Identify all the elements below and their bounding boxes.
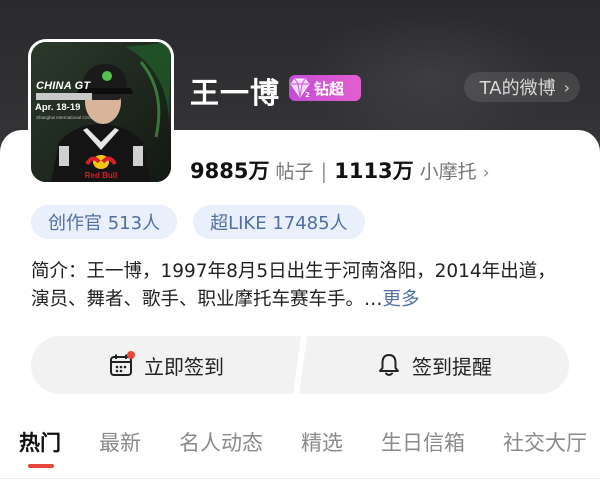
ta-weibo-link[interactable]: TA的微博 › <box>463 72 580 102</box>
tab-social-hall[interactable]: 社交大厅 <box>503 427 587 457</box>
bell-icon <box>379 354 399 376</box>
rank-badge[interactable]: 2 钻超 <box>289 75 361 101</box>
profile-name: 王一博 <box>190 76 281 110</box>
tabs-divider <box>0 478 600 479</box>
fans-count[interactable]: 1113万 <box>334 155 413 185</box>
poster-title: CHINA GT <box>36 80 91 92</box>
ta-weibo-label: TA的微博 <box>479 78 556 99</box>
profile-intro: 简介：王一博，1997年8月5日出生于河南洛阳，2014年出道，演员、舞者、歌手… <box>31 258 571 314</box>
tab-celebrity-updates[interactable]: 名人动态 <box>179 427 263 457</box>
feed-tabs: 热门 最新 名人动态 精选 生日信箱 社交大厅 <box>19 427 600 457</box>
posts-label: 帖子 <box>275 161 314 183</box>
intro-text: 简介：王一博，1997年8月5日出生于河南洛阳，2014年出道，演员、舞者、歌手… <box>31 261 556 310</box>
calendar-icon <box>108 351 144 378</box>
tab-featured[interactable]: 精选 <box>301 427 343 457</box>
notification-dot <box>127 351 135 359</box>
poster-date: Apr. 18-19 <box>35 102 81 113</box>
tab-birthday-mailbox[interactable]: 生日信箱 <box>381 427 465 457</box>
checkin-button[interactable]: 立即签到 <box>31 336 301 394</box>
super-like-pill[interactable]: 超LIKE 17485人 <box>193 205 365 239</box>
fans-label[interactable]: 小摩托 <box>420 157 477 184</box>
checkin-actions: 立即签到 签到提醒 <box>31 336 569 394</box>
poster-location: Shanghai International Circuit <box>36 115 96 120</box>
svg-text:2: 2 <box>305 91 310 99</box>
profile-stats: 9885万 帖子 | 1113万 小摩托 › <box>190 155 490 185</box>
checkin-reminder-label: 签到提醒 <box>412 354 492 379</box>
stats-divider: | <box>320 159 328 183</box>
tab-hot[interactable]: 热门 <box>19 427 61 457</box>
poster-subtitle-bar <box>36 93 92 100</box>
checkin-label: 立即签到 <box>144 354 224 379</box>
checkin-reminder-button[interactable]: 签到提醒 <box>299 336 569 394</box>
avatar[interactable]: Red Bull CHINA GT Apr. 18-19 Shanghai In… <box>28 39 174 185</box>
sponsor-logo-text: Red Bull <box>85 171 117 180</box>
chevron-right-icon[interactable]: › <box>483 163 490 183</box>
tab-latest[interactable]: 最新 <box>99 427 141 457</box>
intro-more-link[interactable]: 更多 <box>383 289 420 310</box>
chevron-right-icon: › <box>563 77 570 97</box>
role-pills: 创作官 513人 超LIKE 17485人 <box>31 205 365 239</box>
posts-count: 9885万 <box>190 159 270 183</box>
rank-badge-label: 钻超 <box>314 79 345 98</box>
active-tab-indicator <box>28 464 54 468</box>
creator-officer-pill[interactable]: 创作官 513人 <box>31 205 178 239</box>
diamond-icon: 2 <box>290 78 310 99</box>
